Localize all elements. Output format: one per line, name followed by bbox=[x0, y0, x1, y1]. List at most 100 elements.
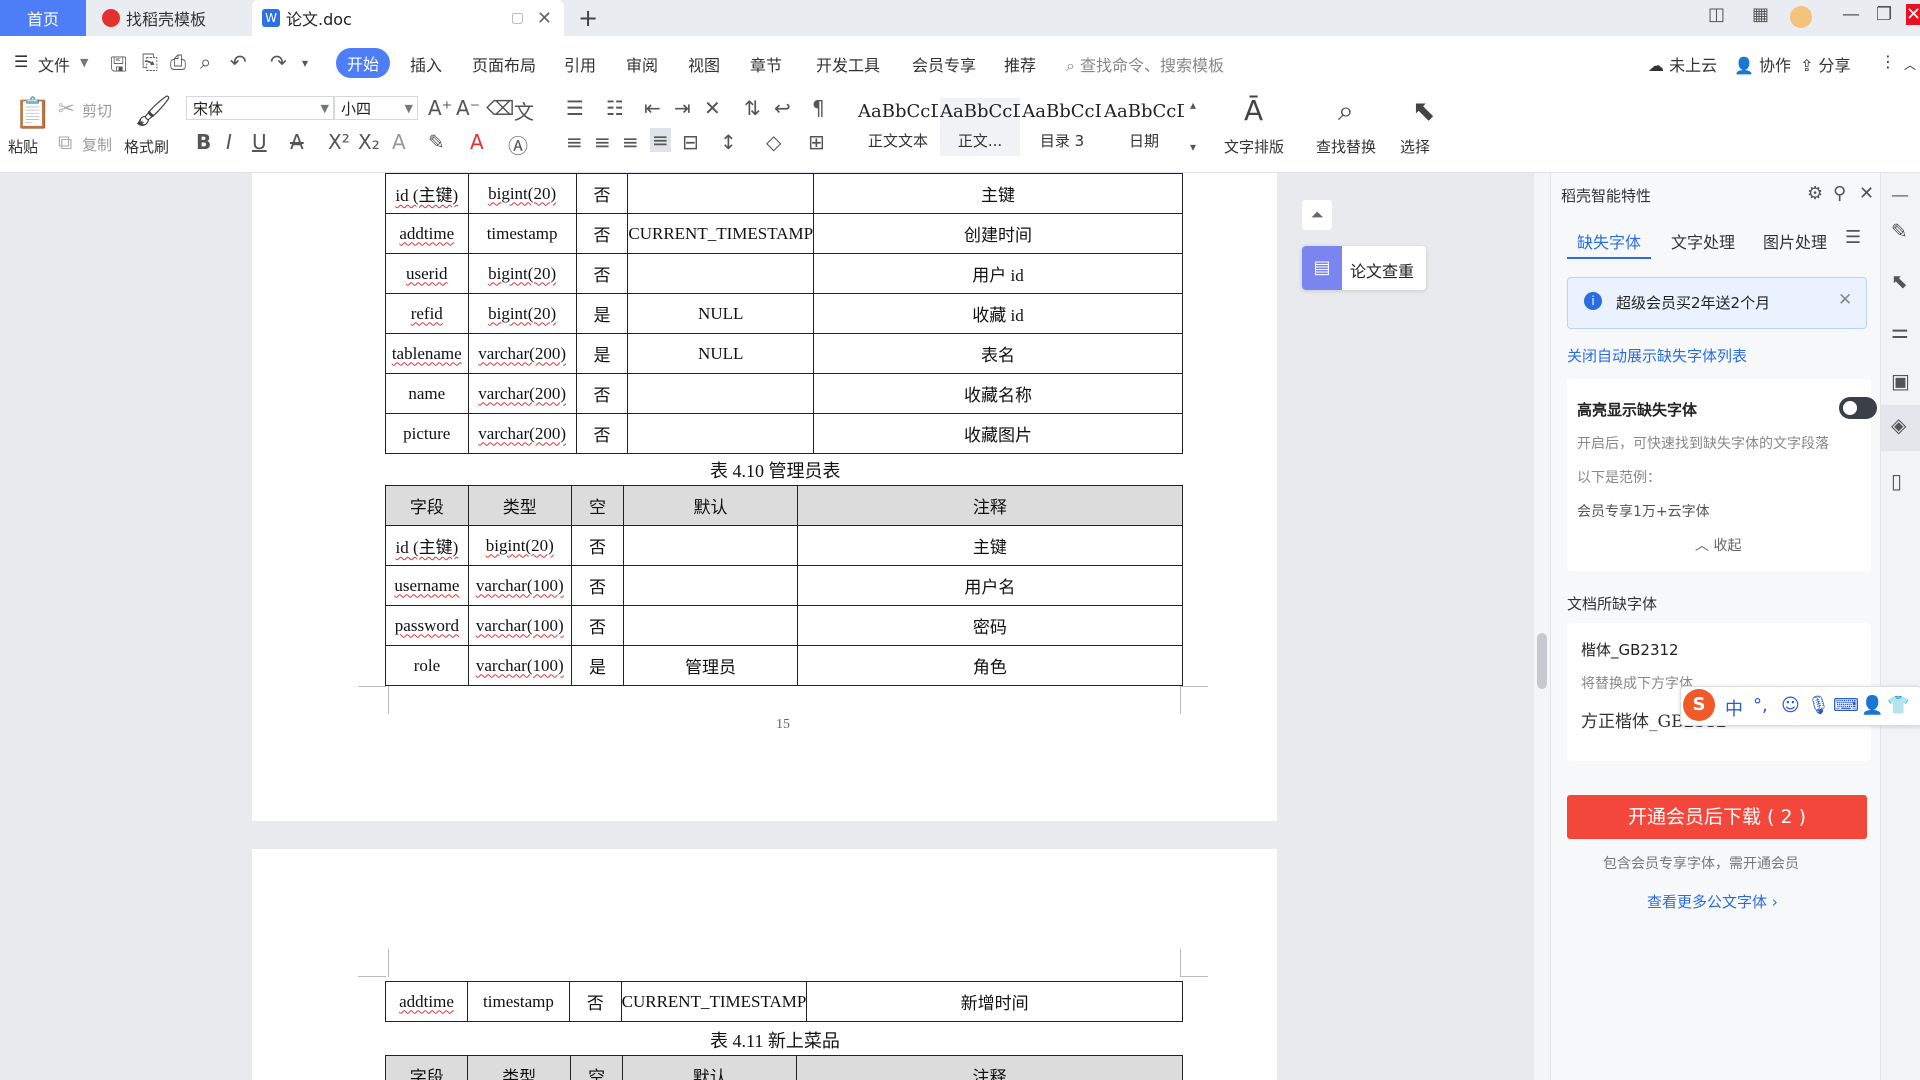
redo-icon[interactable]: ↷ bbox=[270, 50, 287, 74]
borders-icon[interactable]: ⊞ bbox=[808, 130, 825, 154]
text-layout-label[interactable]: 文字排版 bbox=[1224, 136, 1284, 157]
align-right-icon[interactable]: ≡ bbox=[622, 130, 639, 154]
table-header-cell[interactable]: 空 bbox=[569, 1055, 624, 1080]
menu-member[interactable]: 会员专享 bbox=[912, 52, 976, 76]
restore-icon[interactable]: ❐ bbox=[1876, 4, 1892, 25]
table-cell[interactable]: id (主键) bbox=[385, 525, 469, 566]
copy-label[interactable]: 复制 bbox=[82, 134, 112, 155]
select-cursor-icon[interactable]: ⬉ bbox=[1412, 94, 1435, 127]
table-header-cell[interactable]: 字段 bbox=[385, 485, 469, 526]
highlight-toggle[interactable] bbox=[1839, 397, 1877, 419]
hamburger-icon[interactable]: ☰ bbox=[14, 52, 28, 71]
pin-icon[interactable]: ⚲ bbox=[1833, 183, 1846, 204]
table-cell[interactable]: 收藏图片 bbox=[813, 413, 1183, 454]
bold-icon[interactable]: B bbox=[196, 130, 211, 154]
table-cell[interactable]: password bbox=[385, 605, 469, 646]
keyboard-icon[interactable]: ⌨ bbox=[1833, 695, 1859, 716]
table-cell[interactable]: varchar(100) bbox=[467, 605, 572, 646]
line-spacing-icon[interactable]: ↕ bbox=[720, 130, 737, 154]
table-cell[interactable]: 用户 id bbox=[813, 253, 1183, 294]
table-cell[interactable]: 角色 bbox=[796, 645, 1184, 686]
avatar[interactable] bbox=[1790, 6, 1812, 28]
smart-features-icon[interactable]: ◈ bbox=[1891, 413, 1906, 437]
table-cell[interactable]: NULL bbox=[627, 333, 815, 374]
shirt-icon[interactable]: 👕 bbox=[1887, 695, 1909, 716]
export-icon[interactable]: ⎘ bbox=[142, 50, 158, 74]
menu-view[interactable]: 视图 bbox=[688, 52, 720, 76]
table-header-cell[interactable]: 字段 bbox=[384, 1055, 469, 1080]
superscript-icon[interactable]: X² bbox=[328, 130, 350, 154]
increase-indent-icon[interactable]: ⇥ bbox=[674, 96, 691, 120]
table-cell[interactable]: 否 bbox=[575, 173, 629, 214]
paper-check-button[interactable]: ▤ 论文查重 bbox=[1302, 246, 1426, 290]
table-cell[interactable]: bigint(20) bbox=[467, 173, 577, 214]
menu-file[interactable]: 文件 bbox=[38, 52, 70, 76]
bullet-list-icon[interactable]: ☰ bbox=[566, 96, 584, 120]
style-body[interactable]: AaBbCcDd 正文... bbox=[940, 98, 1020, 156]
justify-icon[interactable]: ≡ bbox=[650, 128, 671, 152]
style-normal-text[interactable]: AaBbCcDd 正文文本 bbox=[858, 98, 938, 156]
table-header-cell[interactable]: 注释 bbox=[796, 1055, 1183, 1080]
table-cell[interactable]: timestamp bbox=[467, 213, 577, 254]
table-header-cell[interactable]: 默认 bbox=[622, 1055, 798, 1080]
table-cell[interactable]: 是 bbox=[575, 293, 629, 334]
table-collect[interactable]: id (主键) bigint(20) 否 主键 addtime timestamp 否 CUR… bbox=[385, 173, 1183, 454]
decrease-indent-icon[interactable]: ⇤ bbox=[644, 96, 661, 120]
table-cell[interactable]: 表名 bbox=[813, 333, 1183, 374]
align-left-icon[interactable]: ≡ bbox=[566, 130, 583, 154]
table-cell[interactable]: CURRENT_TIMESTAMP bbox=[627, 213, 815, 254]
clear-format-icon[interactable]: ⌫ bbox=[486, 96, 514, 120]
menu-start[interactable]: 开始 bbox=[336, 48, 390, 78]
underline-icon[interactable]: U bbox=[252, 130, 267, 154]
text-effect-icon[interactable]: A bbox=[392, 130, 406, 154]
sliders-icon[interactable]: ⚌ bbox=[1891, 319, 1909, 343]
menu-references[interactable]: 引用 bbox=[564, 52, 596, 76]
styles-more-icon[interactable]: ▾ bbox=[1190, 140, 1196, 154]
tab-missing-fonts[interactable]: 缺失字体 bbox=[1577, 229, 1641, 253]
table-cell[interactable]: 否 bbox=[570, 605, 625, 646]
table-cell[interactable]: bigint(20) bbox=[467, 253, 577, 294]
table-cell[interactable]: NULL bbox=[627, 293, 815, 334]
sort-icon[interactable]: ⇅ bbox=[744, 96, 761, 120]
format-painter-label[interactable]: 格式刷 bbox=[124, 136, 169, 157]
table-header-cell[interactable]: 注释 bbox=[796, 485, 1184, 526]
table-new-dish[interactable]: 字段 类型 空 默认 注释 bbox=[384, 1055, 1183, 1080]
align-center-icon[interactable]: ≡ bbox=[594, 130, 611, 154]
gear-icon[interactable]: ⚙ bbox=[1807, 183, 1823, 204]
vertical-scrollbar[interactable] bbox=[1534, 173, 1550, 1080]
table-cell[interactable]: varchar(100) bbox=[467, 645, 572, 686]
table-cell[interactable]: addtime bbox=[384, 981, 469, 1022]
shading-icon[interactable]: ◇ bbox=[766, 130, 781, 154]
table-header-cell[interactable]: 默认 bbox=[623, 485, 798, 526]
minimize-icon[interactable]: — bbox=[1842, 4, 1860, 25]
collapse-link[interactable]: ︿ 收起 bbox=[1695, 535, 1741, 555]
table-cell[interactable]: 主键 bbox=[796, 525, 1184, 566]
cut-icon[interactable]: ✂ bbox=[58, 96, 75, 120]
window-icon[interactable]: ▢ bbox=[511, 10, 524, 26]
tab-home[interactable]: 首页 bbox=[0, 0, 86, 36]
table-cell[interactable]: 密码 bbox=[796, 605, 1184, 646]
microphone-icon[interactable]: 🎙 bbox=[1807, 695, 1830, 716]
cloud-status[interactable]: ☁ 未上云 bbox=[1648, 52, 1717, 76]
table-admin[interactable]: 字段 类型 空 默认 注释 id (主键) bigint(20) 否 主键 username var… bbox=[385, 485, 1184, 686]
table-cell[interactable]: 收藏 id bbox=[813, 293, 1183, 334]
tab-text-processing[interactable]: 文字处理 bbox=[1671, 229, 1735, 253]
tab-image-processing[interactable]: 图片处理 bbox=[1763, 229, 1827, 253]
table-cell[interactable] bbox=[623, 565, 798, 606]
save-icon[interactable]: 🖫 bbox=[110, 50, 127, 84]
table-header-cell[interactable]: 类型 bbox=[467, 1055, 571, 1080]
chevron-down-icon[interactable]: ▼ bbox=[80, 56, 88, 69]
table-cell[interactable]: username bbox=[385, 565, 469, 606]
style-date[interactable]: AaBbCcDd 日期 bbox=[1104, 98, 1184, 156]
table-cell[interactable]: role bbox=[385, 645, 469, 686]
customize-dropdown-icon[interactable]: ▾ bbox=[302, 56, 308, 70]
table-cell[interactable]: id (主键) bbox=[385, 173, 469, 214]
table-cell[interactable]: 否 bbox=[575, 253, 629, 294]
close-icon[interactable]: ✕ bbox=[1838, 290, 1852, 310]
italic-icon[interactable]: I bbox=[226, 130, 232, 154]
subscript-icon[interactable]: X₂ bbox=[358, 130, 380, 154]
table-cell[interactable]: 否 bbox=[570, 525, 625, 566]
tab-document[interactable]: W 论文.doc ▢ ✕ bbox=[252, 0, 564, 36]
ime-toolbar[interactable]: S 中 °, ☺ 🎙 ⌨ 👤 👕 bbox=[1680, 686, 1920, 726]
more-fonts-link[interactable]: 查看更多公文字体 › bbox=[1647, 891, 1778, 912]
